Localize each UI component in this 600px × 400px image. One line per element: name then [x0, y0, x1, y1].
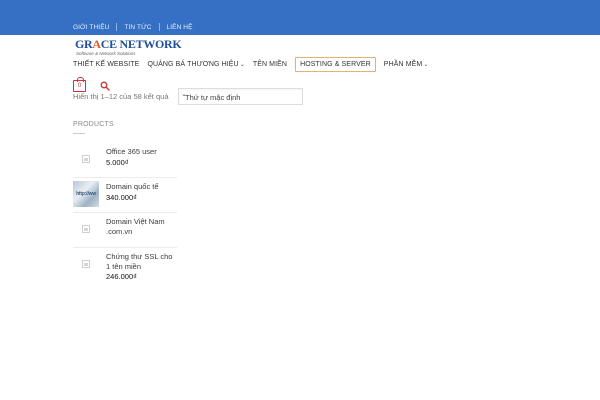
product-name[interactable]: Chứng thư SSL cho 1 tên miền [106, 252, 178, 271]
logo-text-part1: GR [75, 37, 93, 51]
product-thumbnail[interactable] [73, 216, 99, 242]
product-name[interactable]: Office 365 user [106, 147, 178, 157]
search-icon[interactable] [100, 81, 110, 91]
top-link-about[interactable]: GIỚI THIỆU [73, 24, 109, 31]
product-list: Office 365 user 5.000₫ http://ww Domain … [73, 143, 177, 283]
nav-item-label: QUẢNG BÁ THƯƠNG HIỆU [147, 61, 239, 68]
sort-select[interactable]: ⌄ Thứ tự mặc định [178, 88, 303, 105]
logo-text-accent: A [92, 37, 101, 51]
product-thumbnail[interactable] [73, 146, 99, 172]
top-nav-divider [116, 23, 118, 31]
cart-icon[interactable]: 0 [73, 77, 86, 92]
product-price: 5.000₫ [106, 158, 129, 167]
nav-item-label: PHẦN MỀM [383, 61, 423, 68]
cart-count: 0 [77, 83, 82, 89]
main-nav: THIẾT KẾ WEBSITE QUẢNG BÁ THƯƠNG HIỆU ⌄ … [73, 56, 436, 73]
nav-item-web-design[interactable]: THIẾT KẾ WEBSITE [73, 61, 139, 68]
logo-text-part2: CE NETWORK [100, 37, 182, 51]
product-name[interactable]: Domain quốc tế [106, 182, 178, 192]
chevron-down-icon: ⌄ [181, 91, 187, 98]
image-placeholder-icon [82, 155, 90, 163]
nav-item-software[interactable]: PHẦN MỀM ⌄ [384, 61, 429, 68]
product-price: 246.000₫ [106, 272, 137, 281]
product-item[interactable]: Chứng thư SSL cho 1 tên miền 246.000₫ [73, 248, 177, 283]
site-logo[interactable]: GRACE NETWORK Software & Network Solutio… [75, 37, 182, 58]
thumbnail-text: http://ww [76, 191, 96, 197]
nav-item-domains[interactable]: TÊN MIỀN [253, 61, 287, 68]
nav-item-label: HOSTING & SERVER [300, 61, 371, 68]
nav-item-hosting-server[interactable]: HOSTING & SERVER [295, 57, 376, 72]
product-item[interactable]: http://ww Domain quốc tế 340.000₫ [73, 178, 177, 213]
sort-selected-value: Thứ tự mặc định [185, 93, 241, 102]
nav-item-label: TÊN MIỀN [252, 61, 288, 68]
chevron-down-icon: ⌄ [423, 62, 429, 68]
product-thumbnail[interactable]: http://ww [73, 181, 99, 207]
widget-title: PRODUCTS [73, 121, 114, 128]
product-item[interactable]: Domain Việt Nam .com.vn [73, 213, 177, 248]
widget-divider [73, 133, 85, 134]
result-count: Hiển thị 1–12 của 58 kết quả [73, 92, 169, 101]
top-nav-divider [158, 23, 160, 31]
product-thumbnail[interactable] [73, 251, 99, 277]
product-price: 340.000₫ [106, 193, 137, 202]
top-nav: GIỚI THIỆU TIN TỨC LIÊN HỆ [73, 23, 193, 31]
product-name[interactable]: Domain Việt Nam .com.vn [106, 217, 178, 236]
top-link-news[interactable]: TIN TỨC [124, 24, 151, 31]
top-link-contact[interactable]: LIÊN HỆ [167, 24, 193, 31]
image-placeholder-icon [82, 260, 90, 268]
product-item[interactable]: Office 365 user 5.000₫ [73, 143, 177, 178]
nav-item-branding[interactable]: QUẢNG BÁ THƯƠNG HIỆU ⌄ [147, 61, 244, 68]
nav-item-label: THIẾT KẾ WEBSITE [73, 61, 140, 68]
chevron-down-icon: ⌄ [239, 62, 245, 68]
logo-wordmark: GRACE NETWORK [75, 37, 182, 51]
image-placeholder-icon [82, 225, 90, 233]
